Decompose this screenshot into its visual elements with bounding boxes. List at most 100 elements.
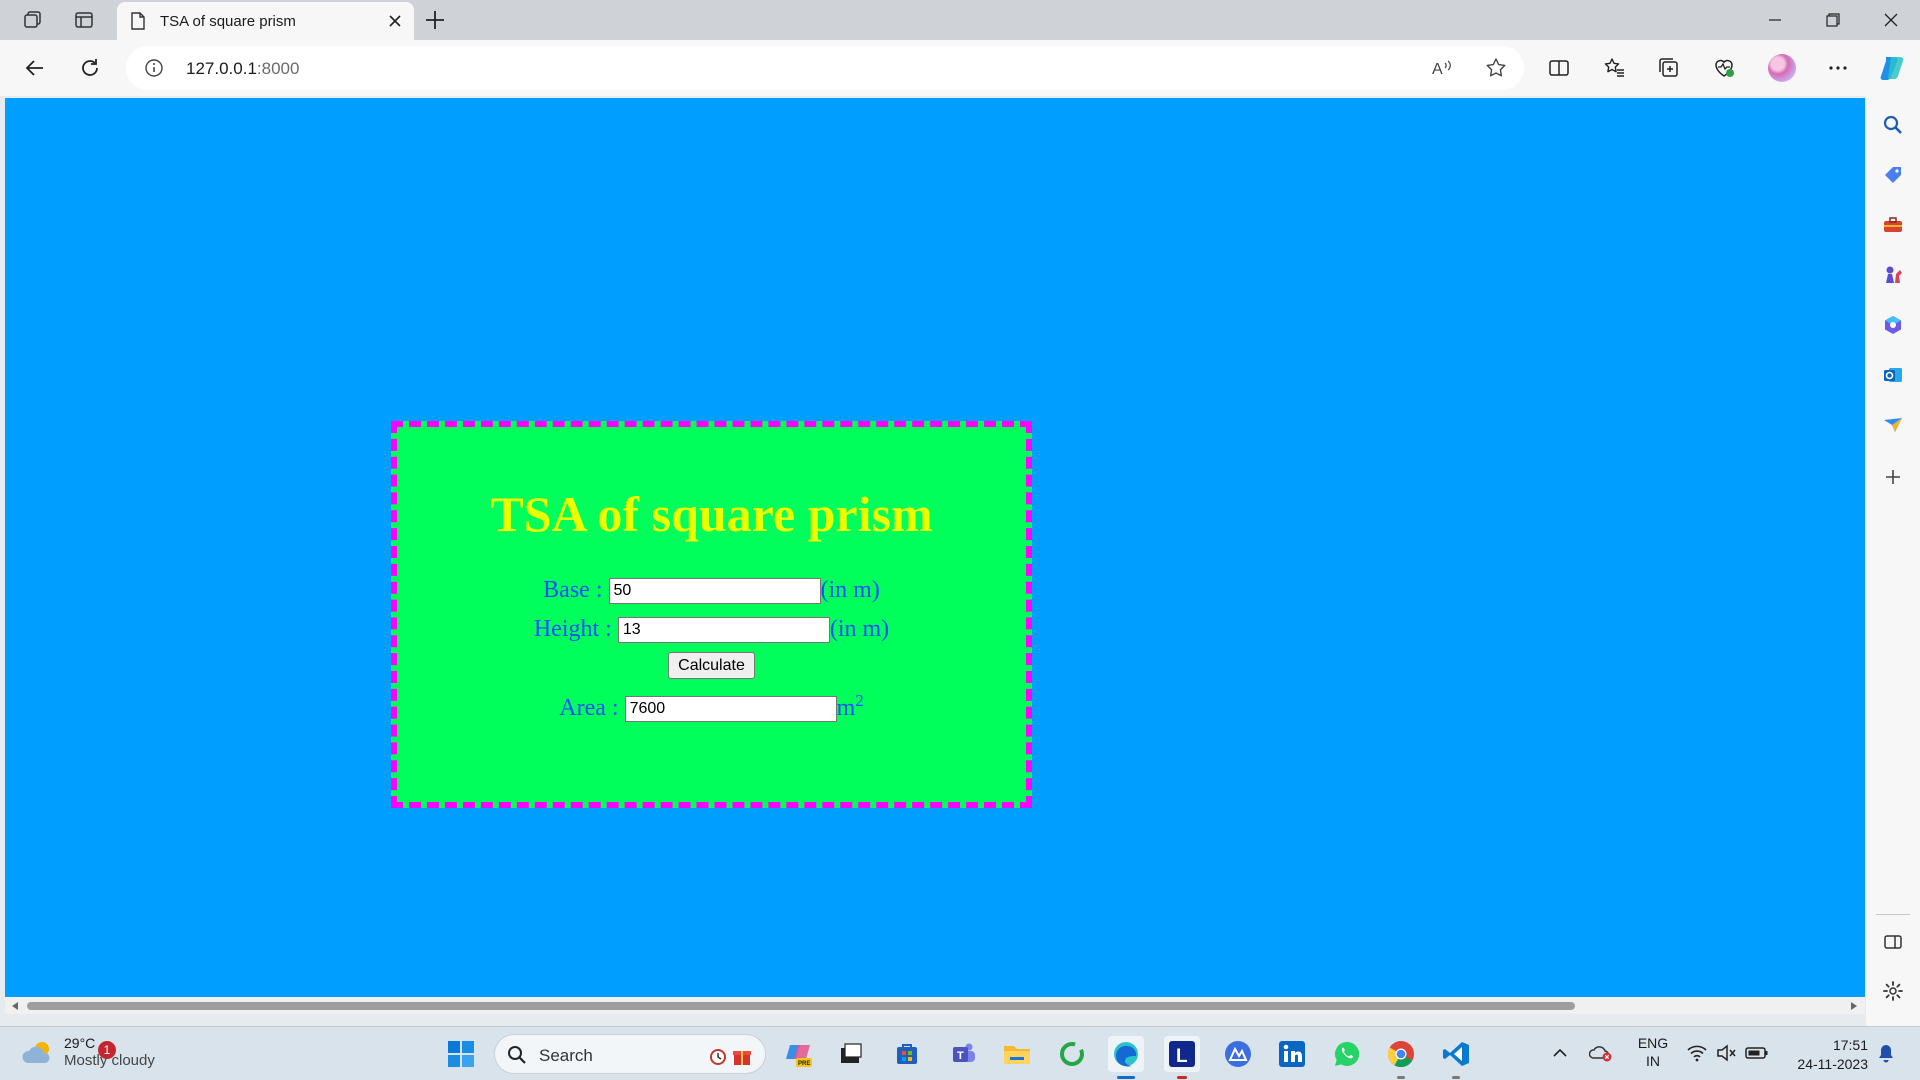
tab-title: TSA of square prism (160, 13, 296, 30)
browser-essentials-icon[interactable] (1706, 50, 1742, 86)
notification-badge: 1 (98, 1041, 116, 1059)
restore-icon[interactable] (1806, 0, 1860, 40)
area-unit: m2 (836, 691, 864, 721)
base-input[interactable]: 50 (608, 577, 821, 604)
clock-time: 17:51 (1832, 1037, 1868, 1053)
base-row: Base : 50 (in m) (397, 577, 1026, 604)
workspaces-icon[interactable] (16, 4, 50, 36)
more-options-icon[interactable] (1820, 50, 1856, 86)
whatsapp-icon[interactable] (1329, 1036, 1365, 1072)
page-viewport: TSA of square prism Base : 50 (in m) Hei… (5, 98, 1865, 997)
volume-muted-icon[interactable] (1715, 1043, 1737, 1063)
start-windows-icon[interactable] (443, 1036, 479, 1072)
scroll-right-icon[interactable] (1849, 1001, 1859, 1011)
page-icon (129, 11, 147, 31)
settings-gear-icon[interactable] (1878, 976, 1908, 1006)
read-aloud-icon[interactable]: A (1430, 56, 1454, 80)
height-input[interactable]: 13 (617, 616, 830, 643)
vertical-tabs-icon[interactable] (67, 4, 101, 36)
favorite-star-icon[interactable] (1484, 56, 1508, 80)
height-label: Height : (533, 616, 618, 642)
edge-browser-icon[interactable] (1108, 1036, 1144, 1079)
notification-bell-icon[interactable] (1876, 1043, 1896, 1065)
svg-text:A: A (1432, 61, 1443, 78)
running-indicator (1397, 1076, 1405, 1079)
address-bar[interactable]: 127.0.0.1:8000 A (126, 46, 1524, 90)
calculate-row: Calculate (397, 652, 1026, 679)
height-unit: (in m) (829, 616, 890, 642)
running-indicator (1177, 1076, 1187, 1079)
scroll-left-icon[interactable] (10, 1001, 20, 1011)
hide-sidebar-icon[interactable] (1878, 927, 1908, 957)
weather-temperature: 29°C (64, 1035, 96, 1051)
shopping-tag-icon[interactable] (1878, 160, 1908, 190)
tools-briefcase-icon[interactable] (1878, 210, 1908, 240)
base-unit: (in m) (820, 577, 880, 603)
file-explorer-icon[interactable] (999, 1036, 1035, 1072)
tab-strip: TSA of square prism (0, 0, 1920, 40)
drop-send-icon[interactable] (1878, 410, 1908, 440)
triangle-app-icon[interactable] (1220, 1036, 1256, 1072)
language-region[interactable]: IN (1630, 1053, 1676, 1069)
active-indicator (1117, 1076, 1135, 1079)
svg-text:L: L (1176, 1046, 1188, 1067)
show-hidden-icons-icon[interactable] (1552, 1045, 1568, 1061)
new-tab-icon[interactable] (421, 6, 449, 34)
system-clock[interactable]: 17:51 24-11-2023 (1786, 1036, 1868, 1074)
search-icon[interactable] (1878, 110, 1908, 140)
microsoft-store-icon[interactable] (889, 1036, 925, 1072)
alarm-clock-icon (707, 1045, 729, 1067)
microsoft-365-icon[interactable] (1878, 310, 1908, 340)
language-code[interactable]: ENG (1630, 1035, 1676, 1051)
games-chess-icon[interactable] (1878, 260, 1908, 290)
minimize-icon[interactable] (1748, 0, 1802, 40)
collections-icon[interactable] (1651, 50, 1687, 86)
gift-icon (731, 1045, 753, 1067)
add-sidebar-app-icon[interactable] (1878, 462, 1908, 492)
battery-icon[interactable] (1745, 1044, 1769, 1062)
l-app-icon[interactable]: L (1164, 1036, 1200, 1079)
vscode-icon[interactable] (1438, 1036, 1474, 1079)
task-view-icon[interactable] (832, 1036, 868, 1072)
back-icon[interactable] (17, 50, 53, 86)
favorites-icon[interactable] (1596, 50, 1632, 86)
site-info-icon[interactable] (144, 58, 164, 78)
search-icon (507, 1045, 527, 1065)
close-tab-icon[interactable] (385, 11, 405, 31)
close-window-icon[interactable] (1864, 0, 1918, 40)
refresh-icon[interactable] (72, 50, 108, 86)
sidebar-divider (1876, 914, 1910, 915)
area-output[interactable]: 7600 (624, 695, 837, 722)
search-label: Search (539, 1046, 593, 1065)
taskbar: 29°C Mostly cloudy 1 Search PRE T L ENG … (0, 1026, 1920, 1080)
right-sidebar (1866, 96, 1920, 1026)
chrome-icon[interactable] (1383, 1036, 1419, 1079)
teams-icon[interactable]: T (946, 1036, 982, 1072)
onedrive-error-icon[interactable] (1589, 1043, 1613, 1063)
clock-date: 24-11-2023 (1797, 1056, 1868, 1072)
copilot-pre-icon[interactable]: PRE (781, 1036, 817, 1072)
calculator-card: TSA of square prism Base : 50 (in m) Hei… (391, 421, 1032, 808)
area-label: Area : (559, 695, 625, 721)
taskbar-search[interactable]: Search (494, 1034, 766, 1074)
split-screen-icon[interactable] (1541, 50, 1577, 86)
height-row: Height : 13 (in m) (397, 616, 1026, 643)
url-text[interactable]: 127.0.0.1:8000 (186, 59, 299, 79)
page-heading: TSA of square prism (490, 486, 933, 542)
linkedin-icon[interactable] (1274, 1036, 1310, 1072)
base-label: Base : (543, 577, 609, 603)
area-row: Area : 7600 m2 (397, 691, 1026, 722)
active-tab[interactable]: TSA of square prism (117, 2, 414, 40)
outlook-icon[interactable] (1878, 360, 1908, 390)
wifi-icon[interactable] (1686, 1043, 1708, 1063)
scrollbar-thumb[interactable] (27, 1002, 1575, 1010)
green-ring-app-icon[interactable] (1054, 1036, 1090, 1072)
horizontal-scrollbar[interactable] (5, 997, 1865, 1014)
browser-toolbar: 127.0.0.1:8000 A (0, 40, 1920, 96)
calculate-button[interactable]: Calculate (668, 652, 755, 679)
copilot-icon[interactable] (1874, 50, 1910, 86)
profile-avatar[interactable] (1768, 54, 1796, 82)
partly-cloudy-icon (22, 1039, 56, 1067)
running-indicator (1452, 1076, 1460, 1079)
svg-text:T: T (957, 1050, 964, 1062)
